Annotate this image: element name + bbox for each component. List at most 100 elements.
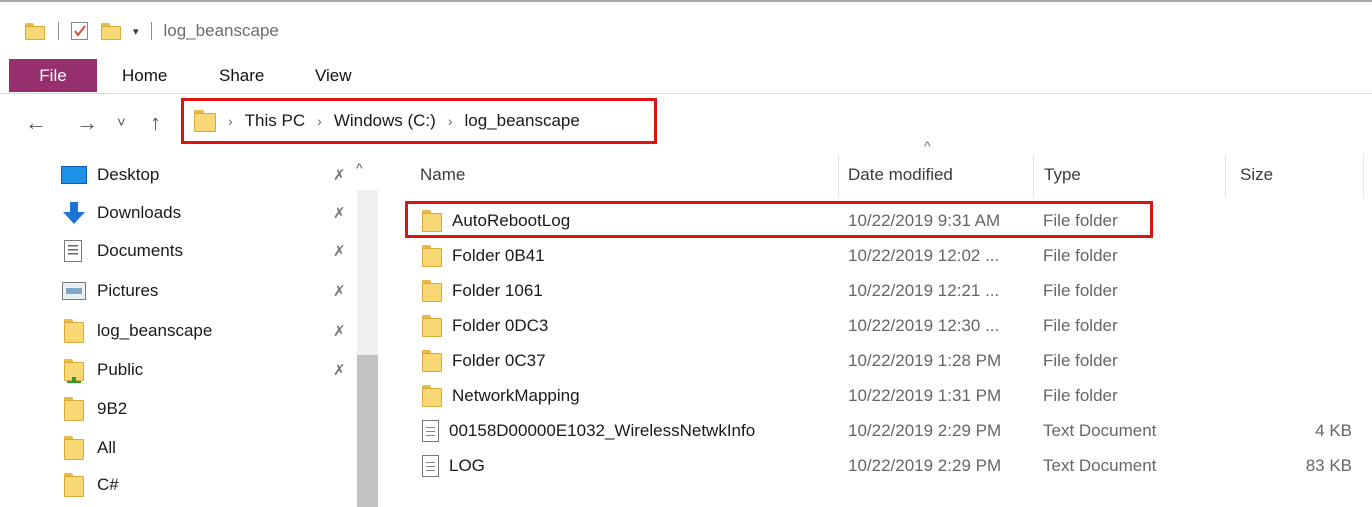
file-name: Folder 1061 <box>452 280 543 300</box>
file-type: File folder <box>1043 385 1118 405</box>
file-name: LOG <box>449 455 485 475</box>
file-size: 4 KB <box>1315 420 1352 440</box>
folder-icon <box>64 397 84 421</box>
sidebar-item-c-sharp[interactable]: C# <box>61 466 379 504</box>
file-date: 10/22/2019 12:21 ... <box>848 280 1000 300</box>
column-header-name[interactable]: Name <box>420 160 465 190</box>
folder-icon <box>194 110 216 132</box>
tab-home[interactable]: Home <box>122 59 167 92</box>
file-type: File folder <box>1043 280 1118 300</box>
sidebar-item-desktop[interactable]: Desktop ✗ <box>61 156 379 194</box>
file-name: Folder 0DC3 <box>452 315 549 335</box>
separator <box>150 22 152 40</box>
column-divider[interactable] <box>1363 154 1364 198</box>
file-row-folder-0c37[interactable]: Folder 0C37 10/22/2019 1:28 PM File fold… <box>412 343 1362 378</box>
sidebar-item-label: Public <box>97 360 144 379</box>
folder-icon <box>25 22 45 40</box>
file-type: File folder <box>1043 315 1118 335</box>
folder-icon <box>64 319 84 343</box>
sidebar-item-label: 9B2 <box>97 399 128 418</box>
file-name: NetworkMapping <box>452 385 580 405</box>
text-document-icon <box>422 454 439 477</box>
column-header-date-modified[interactable]: Date modified <box>848 160 953 190</box>
sidebar-item-label: Desktop <box>97 165 160 184</box>
file-row-networkmapping[interactable]: NetworkMapping 10/22/2019 1:31 PM File f… <box>412 378 1362 413</box>
sidebar-item-all[interactable]: All <box>61 429 379 467</box>
scroll-up-arrow-icon[interactable]: ^ <box>356 160 363 176</box>
file-date: 10/22/2019 1:28 PM <box>848 350 1002 370</box>
file-row-folder-1061[interactable]: Folder 1061 10/22/2019 12:21 ... File fo… <box>412 273 1362 308</box>
column-divider[interactable] <box>1225 154 1226 198</box>
sidebar-item-label: All <box>97 438 116 457</box>
column-header-size[interactable]: Size <box>1240 160 1273 190</box>
sidebar-item-label: Downloads <box>97 203 182 222</box>
file-date: 10/22/2019 2:29 PM <box>848 455 1002 475</box>
file-row-folder-0dc3[interactable]: Folder 0DC3 10/22/2019 12:30 ... File fo… <box>412 308 1362 343</box>
up-button[interactable]: ↑ <box>150 108 161 138</box>
folder-icon <box>422 349 442 372</box>
file-date: 10/22/2019 2:29 PM <box>848 420 1002 440</box>
sidebar-item-9b2[interactable]: 9B2 <box>61 390 379 428</box>
sort-ascending-icon: ^ <box>924 138 931 154</box>
window-title: log_beanscape <box>163 21 279 40</box>
ribbon-tabs: File Home Share View <box>0 57 1372 94</box>
folder-icon <box>422 384 442 407</box>
folder-icon <box>64 473 84 497</box>
sidebar-item-label: Documents <box>97 241 183 260</box>
sidebar-item-public[interactable]: Public ✗ <box>61 351 379 389</box>
sidebar-item-pictures[interactable]: Pictures ✗ <box>61 272 379 310</box>
column-divider[interactable] <box>1033 154 1034 198</box>
breadcrumb-separator: › <box>228 113 233 129</box>
folder-icon <box>64 436 84 460</box>
new-folder-icon[interactable] <box>101 22 121 40</box>
forward-button[interactable]: → <box>76 108 98 138</box>
file-name: Folder 0B41 <box>452 245 545 265</box>
recent-locations-button[interactable]: ˅ <box>117 108 126 138</box>
sidebar-item-log-beanscape[interactable]: log_beanscape ✗ <box>61 312 379 350</box>
folder-icon <box>422 314 442 337</box>
customize-qat-dropdown-icon[interactable]: ▾ <box>133 25 139 38</box>
file-row-folder-0b41[interactable]: Folder 0B41 10/22/2019 12:02 ... File fo… <box>412 238 1362 273</box>
file-row-log[interactable]: LOG 10/22/2019 2:29 PM Text Document 83 … <box>412 448 1362 483</box>
desktop-icon <box>61 166 87 184</box>
file-size: 83 KB <box>1305 455 1352 475</box>
column-divider[interactable] <box>838 154 839 198</box>
sidebar-item-documents[interactable]: Documents ✗ <box>61 232 379 270</box>
pin-icon: ✗ <box>333 362 346 379</box>
breadcrumb-log-beanscape[interactable]: log_beanscape <box>465 111 580 131</box>
documents-icon <box>64 240 82 262</box>
public-folder-icon <box>64 359 84 383</box>
pin-icon: ✗ <box>333 243 346 260</box>
sidebar-item-label: log_beanscape <box>97 321 213 340</box>
breadcrumb-separator: › <box>447 113 453 129</box>
file-name: 00158D00000E1032_WirelessNetwkInfo <box>449 420 756 440</box>
folder-icon <box>422 279 442 302</box>
sidebar-item-downloads[interactable]: Downloads ✗ <box>61 194 379 232</box>
sidebar-item-label: C# <box>97 475 119 494</box>
tab-file[interactable]: File <box>9 59 97 92</box>
pin-icon: ✗ <box>333 323 346 340</box>
address-bar[interactable]: › This PC › Windows (C:) › log_beanscape <box>181 98 657 144</box>
file-type: File folder <box>1043 245 1118 265</box>
pin-icon: ✗ <box>333 283 346 300</box>
sidebar-item-label: Pictures <box>97 281 159 300</box>
file-type: File folder <box>1043 350 1118 370</box>
properties-checkbox-icon[interactable] <box>71 22 88 40</box>
tab-view[interactable]: View <box>315 59 352 92</box>
breadcrumb-this-pc[interactable]: This PC <box>245 111 305 131</box>
column-header-type[interactable]: Type <box>1044 160 1081 190</box>
pin-icon: ✗ <box>333 167 346 184</box>
file-date: 10/22/2019 1:31 PM <box>848 385 1002 405</box>
text-document-icon <box>422 419 439 442</box>
back-button[interactable]: ← <box>25 108 47 138</box>
folder-icon <box>422 244 442 267</box>
highlight-box-autorebootlog <box>405 201 1153 238</box>
file-type: Text Document <box>1043 420 1157 440</box>
breadcrumb-windows-c[interactable]: Windows (C:) <box>334 111 436 131</box>
separator <box>58 22 59 40</box>
tab-share[interactable]: Share <box>219 59 264 92</box>
pin-icon: ✗ <box>333 205 346 222</box>
file-date: 10/22/2019 12:02 ... <box>848 245 1000 265</box>
scrollbar-thumb[interactable] <box>357 355 378 507</box>
file-row-wireless-netwk-info[interactable]: 00158D00000E1032_WirelessNetwkInfo 10/22… <box>412 413 1362 448</box>
